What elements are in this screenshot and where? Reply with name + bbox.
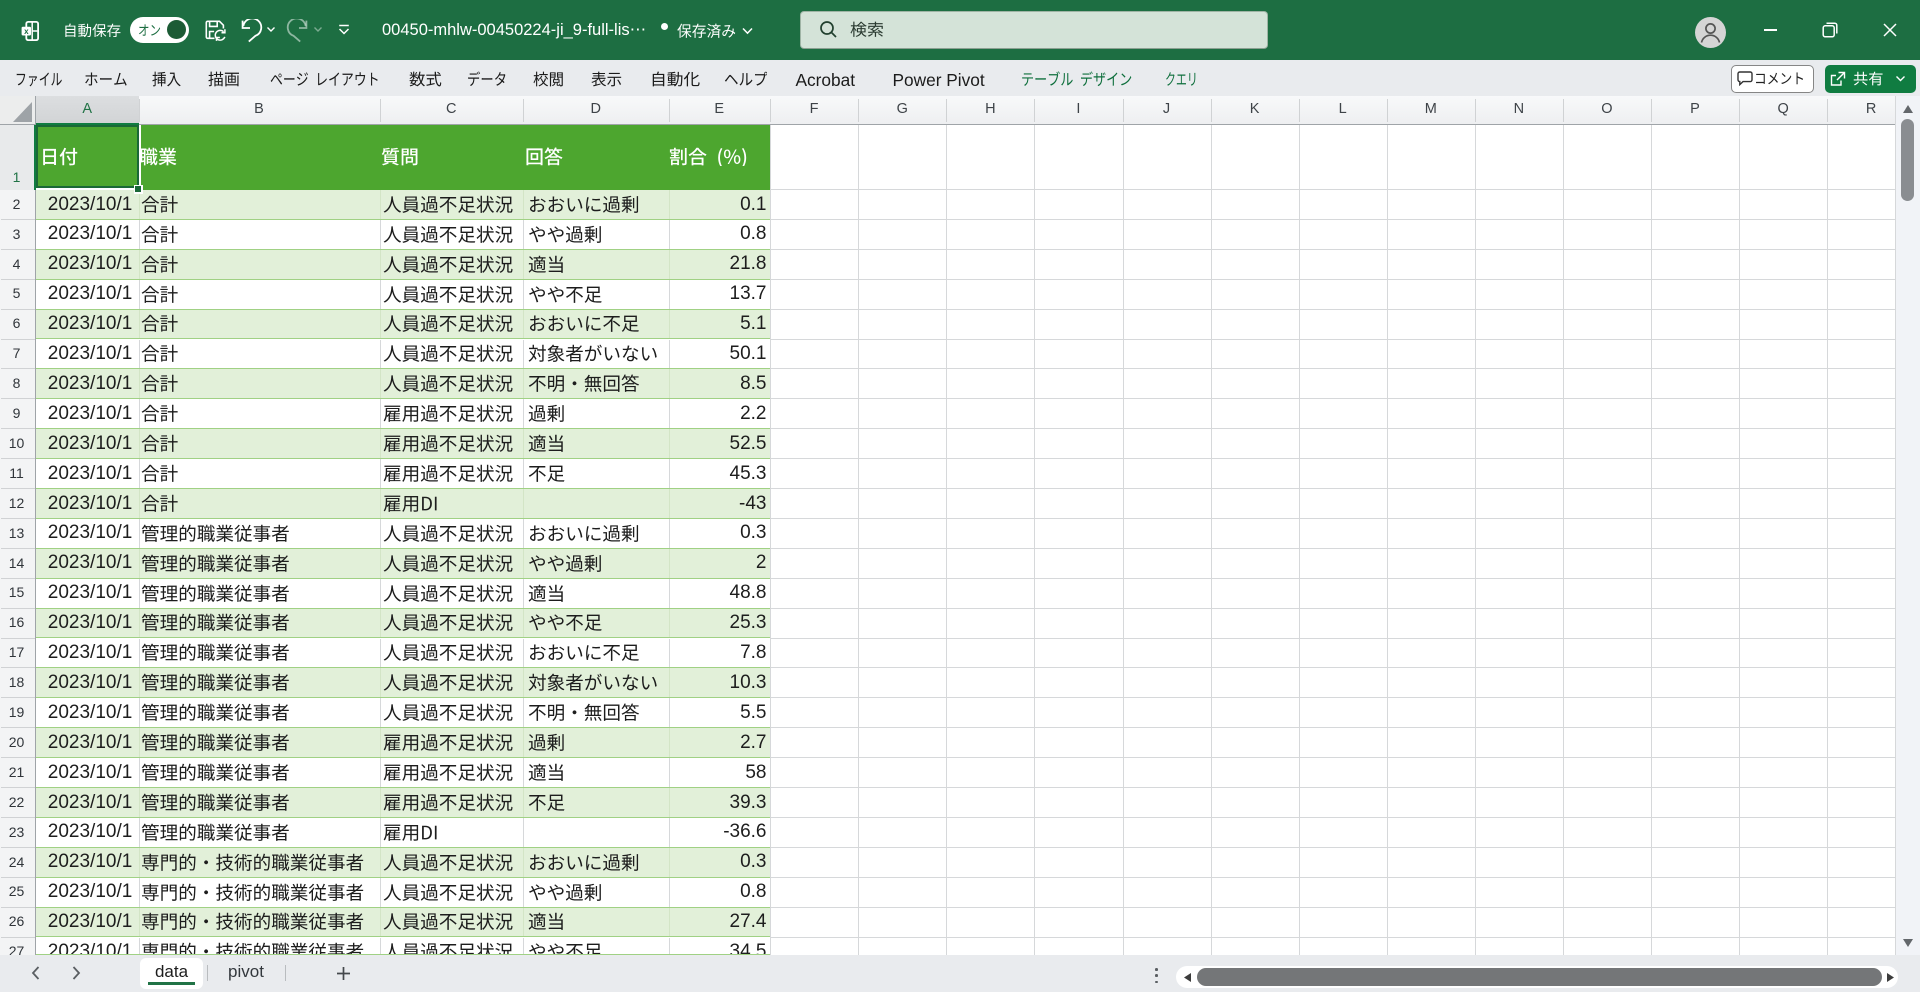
svg-text:x: x: [24, 26, 29, 35]
